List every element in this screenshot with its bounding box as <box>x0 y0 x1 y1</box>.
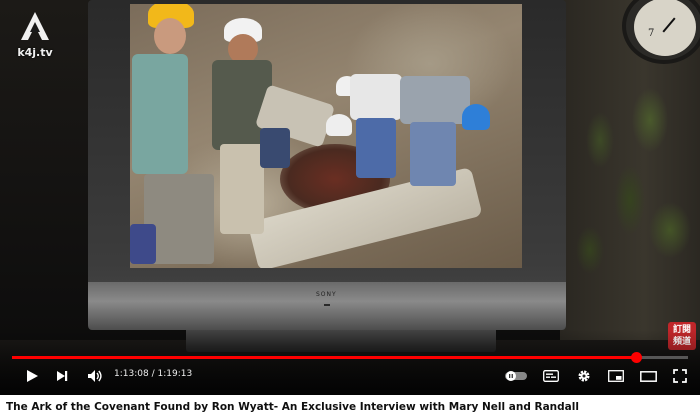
gear-icon <box>578 370 590 382</box>
clock-number: 7 <box>648 28 655 39</box>
duration: 1:19:13 <box>157 369 193 379</box>
channel-logo-text: k4j.tv <box>17 46 53 59</box>
tv-power-led <box>324 304 330 306</box>
subtitles-icon <box>543 370 559 382</box>
channel-logo: k4j.tv <box>8 10 62 66</box>
channel-logo-icon <box>21 12 49 40</box>
play-button[interactable] <box>22 366 42 386</box>
television: SONY <box>88 0 566 330</box>
miniplayer-button[interactable] <box>606 366 626 386</box>
worker-right-2 <box>400 74 500 204</box>
house-plant <box>570 80 700 320</box>
progress-bar[interactable] <box>12 352 688 363</box>
autoplay-toggle-icon <box>505 371 527 381</box>
video-player[interactable]: 7 SONY k4j.tv 1:13:08 / 1:19:13 <box>0 0 700 395</box>
theater-mode-icon <box>639 370 657 382</box>
tv-screen-excavation-photo <box>130 4 522 268</box>
settings-button[interactable] <box>574 366 594 386</box>
next-icon <box>57 371 68 381</box>
clock-face: 7 <box>634 0 696 56</box>
autoplay-toggle[interactable] <box>504 366 528 386</box>
play-icon <box>27 370 38 382</box>
theater-mode-button[interactable] <box>638 366 658 386</box>
tv-brand-label: SONY <box>316 291 337 298</box>
tv-bezel: SONY <box>88 282 566 330</box>
subtitles-button[interactable] <box>540 366 562 386</box>
progress-scrubber[interactable] <box>630 352 642 363</box>
clock-hand <box>662 17 676 33</box>
video-title[interactable]: The Ark of the Covenant Found by Ron Wya… <box>6 401 696 413</box>
volume-button[interactable] <box>84 366 106 386</box>
fullscreen-icon <box>673 369 687 383</box>
time-display: 1:13:08 / 1:19:13 <box>114 369 192 379</box>
volume-icon <box>88 370 102 382</box>
progress-played <box>12 356 636 359</box>
fullscreen-button[interactable] <box>670 366 690 386</box>
next-button[interactable] <box>52 366 72 386</box>
current-time: 1:13:08 <box>114 369 149 379</box>
miniplayer-icon <box>608 370 624 382</box>
